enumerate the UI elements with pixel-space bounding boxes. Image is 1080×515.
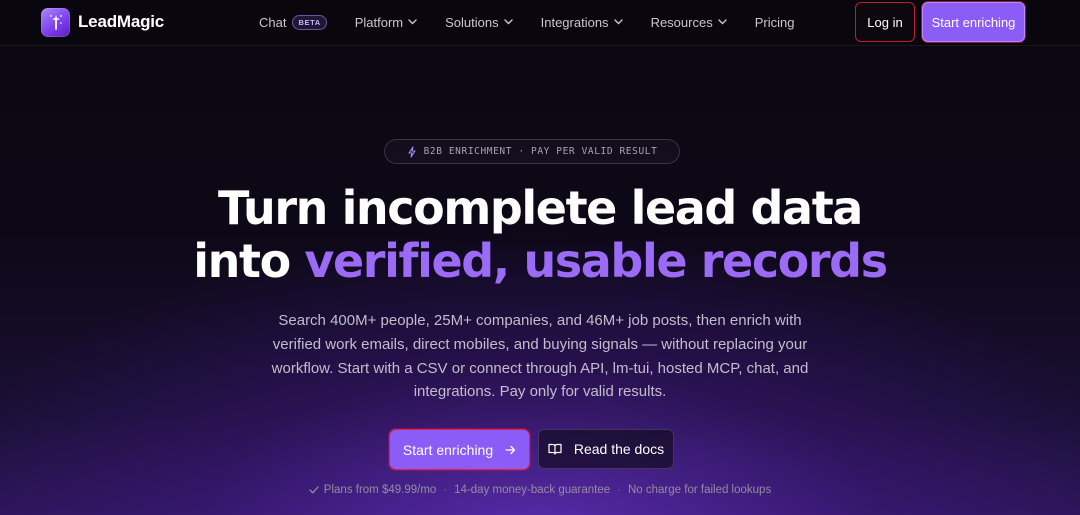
start-enriching-button[interactable]: Start enriching xyxy=(390,430,529,469)
trust-item-guarantee: 14-day money-back guarantee xyxy=(454,484,611,496)
cta-primary-label: Start enriching xyxy=(402,441,494,458)
nav-item-integrations[interactable]: Integrations xyxy=(541,15,623,30)
headline-plain: into xyxy=(193,234,305,288)
trust-item-no-charge: No charge for failed lookups xyxy=(628,484,772,496)
lightning-icon xyxy=(407,145,417,158)
start-enriching-nav-button[interactable]: Start enriching xyxy=(922,2,1025,42)
headline-accent: verified, usable records xyxy=(304,234,888,288)
read-docs-button[interactable]: Read the docs xyxy=(538,429,674,469)
top-navbar: LeadMagic Chat BETA Platform Solutions I… xyxy=(0,0,1080,46)
hero-headline: Turn incomplete lead data into verified,… xyxy=(0,182,1080,288)
trust-line: Plans from $49.99/mo · 14-day money-back… xyxy=(0,484,1080,496)
nav-item-label: Pricing xyxy=(754,14,795,30)
beta-badge: BETA xyxy=(292,14,327,30)
chevron-down-icon xyxy=(503,19,513,25)
nav-item-label: Solutions xyxy=(445,14,499,30)
nav-item-solutions[interactable]: Solutions xyxy=(445,14,513,30)
hero-tag-text: B2B ENRICHMENT · PAY PER VALID RESULT xyxy=(423,146,658,157)
landing-page: LeadMagic Chat BETA Platform Solutions I… xyxy=(0,0,1080,515)
separator-dot: · xyxy=(443,484,448,496)
chevron-down-icon xyxy=(613,19,623,25)
login-button[interactable]: Log in xyxy=(855,2,915,42)
logo-wand-icon xyxy=(41,7,70,37)
nav-item-resources[interactable]: Resources xyxy=(651,15,727,30)
nav-item-platform[interactable]: Platform xyxy=(355,15,417,30)
nav-item-label: Integrations xyxy=(540,14,609,30)
logo-text: LeadMagic xyxy=(78,12,165,31)
trust-item-plans: Plans from $49.99/mo xyxy=(323,484,437,496)
nav-item-label: Resources xyxy=(650,14,713,30)
logo[interactable]: LeadMagic xyxy=(41,7,165,37)
nav-item-chat[interactable]: Chat BETA xyxy=(259,14,327,30)
hero-tag-pill: B2B ENRICHMENT · PAY PER VALID RESULT xyxy=(384,139,680,164)
nav-item-label: Chat xyxy=(259,14,287,30)
check-icon xyxy=(309,486,319,494)
arrow-right-icon xyxy=(505,445,516,455)
separator-dot: · xyxy=(617,484,621,496)
headline-line-2: into verified, usable records xyxy=(0,235,1080,288)
cta-secondary-label: Read the docs xyxy=(573,441,665,457)
hero-subtext: Search 400M+ people, 25M+ companies, and… xyxy=(271,312,809,401)
chevron-down-icon xyxy=(718,19,727,25)
book-open-icon xyxy=(548,443,562,455)
chevron-down-icon xyxy=(408,19,417,25)
main-menu: Chat BETA Platform Solutions Integration… xyxy=(259,0,822,44)
nav-item-label: Platform xyxy=(354,14,404,30)
nav-item-pricing[interactable]: Pricing xyxy=(755,15,795,30)
headline-line-1: Turn incomplete lead data xyxy=(218,181,863,235)
